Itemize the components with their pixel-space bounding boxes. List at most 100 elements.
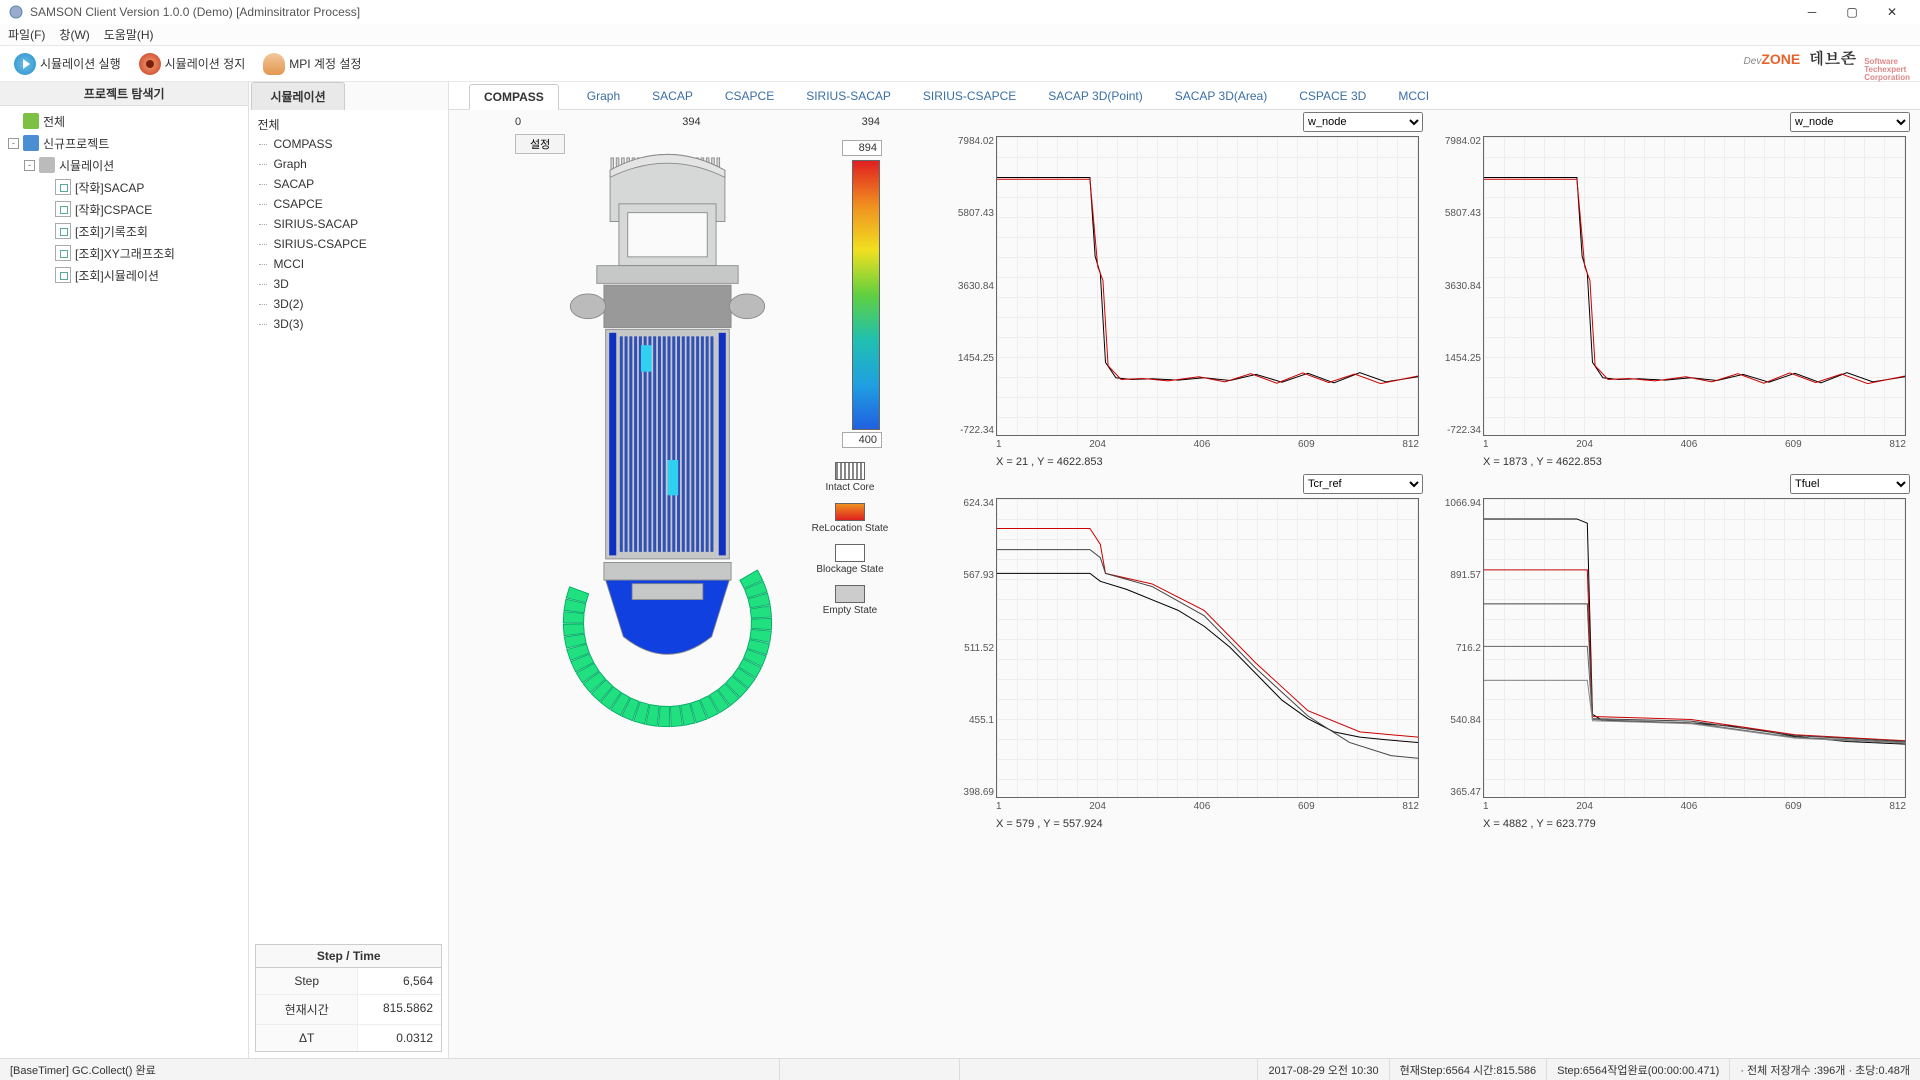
plot-variable-select[interactable]: Tcr_ref [1303, 474, 1423, 494]
plot-variable-select[interactable]: Tfuel [1790, 474, 1910, 494]
subtree-item[interactable]: SIRIUS-CSAPCE [249, 234, 448, 254]
stop-label: 시뮬레이션 정지 [165, 55, 246, 72]
plot-variable-select[interactable]: w_node [1303, 112, 1423, 132]
legend-item: Empty State [800, 585, 900, 616]
content-tab[interactable]: SACAP [648, 83, 697, 109]
tree-expand-icon[interactable]: - [24, 160, 35, 171]
toolbar: 시뮬레이션 실행 시뮬레이션 정지 MPI 계정 설정 DevZONE 데브존 … [0, 46, 1920, 82]
plot-variable-select[interactable]: w_node [1790, 112, 1910, 132]
doc-icon [55, 201, 71, 217]
legend-item: ReLocation State [800, 503, 900, 534]
reactor-legend: Intact CoreReLocation StateBlockage Stat… [800, 462, 900, 626]
step-time-header: Step / Time [256, 945, 441, 968]
plot-axes[interactable] [1483, 498, 1906, 798]
status-datetime: 2017-08-29 오전 10:30 [1258, 1059, 1389, 1080]
tree-expand-icon[interactable]: - [8, 138, 19, 149]
subtree-item[interactable]: SACAP [249, 174, 448, 194]
simulation-panel-tabs: 시뮬레이션 [249, 82, 448, 110]
project-explorer-header: 프로젝트 탐색기 [0, 82, 248, 106]
tree-item[interactable]: [조회]기록조회 [0, 220, 248, 242]
step-time-table: Step / Time Step6,564현재시간815.5862ΔT0.031… [255, 944, 442, 1052]
subtree-item[interactable]: 전체 [249, 114, 448, 134]
plot-caption: X = 21 , Y = 4622.853 [996, 456, 1103, 468]
subtree-item[interactable]: 3D [249, 274, 448, 294]
tab-simulation[interactable]: 시뮬레이션 [251, 82, 344, 110]
tree-item-label: [작화]CSPACE [75, 201, 152, 218]
subtree-item[interactable]: SIRIUS-SACAP [249, 214, 448, 234]
plots-grid: w_node-722.341454.253630.845807.437984.0… [449, 110, 1920, 1058]
stop-simulation-button[interactable]: 시뮬레이션 정지 [135, 51, 250, 77]
maximize-button[interactable]: ▢ [1832, 0, 1872, 24]
content-tab[interactable]: SACAP 3D(Point) [1044, 83, 1146, 109]
tree-item[interactable]: - 신규프로젝트 [0, 132, 248, 154]
step-label: Step [256, 968, 358, 994]
minimize-button[interactable]: ─ [1792, 0, 1832, 24]
subtree-item[interactable]: 3D(3) [249, 314, 448, 334]
menubar: 파일(F) 창(W) 도움말(H) [0, 24, 1920, 46]
colorbar-min: 400 [842, 432, 882, 448]
tree-item-label: 전체 [43, 113, 65, 130]
plot-top-right: w_node-722.341454.253630.845807.437984.0… [1429, 112, 1914, 472]
tree-item[interactable]: [작화]SACAP [0, 176, 248, 198]
menu-window[interactable]: 창(W) [59, 26, 89, 43]
tree-item[interactable]: 전체 [0, 110, 248, 132]
tree-item-label: [조회]시뮬레이션 [75, 267, 159, 284]
plot-axes[interactable] [996, 136, 1419, 436]
legend-swatch-icon [835, 544, 865, 562]
legend-label: ReLocation State [812, 523, 889, 534]
subtree-item[interactable]: Graph [249, 154, 448, 174]
titlebar: SAMSON Client Version 1.0.0 (Demo) [Admi… [0, 0, 1920, 24]
doc-icon [55, 245, 71, 261]
legend-swatch-icon [835, 585, 865, 603]
close-button[interactable]: ✕ [1872, 0, 1912, 24]
status-empty1 [780, 1059, 960, 1080]
tree-item[interactable]: [작화]CSPACE [0, 198, 248, 220]
tree-item[interactable]: [조회]XY그래프조회 [0, 242, 248, 264]
plot-axes[interactable] [996, 498, 1419, 798]
step-value: 815.5862 [358, 995, 441, 1024]
subtree-item[interactable]: COMPASS [249, 134, 448, 154]
content-tab[interactable]: MCCI [1394, 83, 1433, 109]
colorbar-max: 894 [842, 140, 882, 156]
subtree-item[interactable]: MCCI [249, 254, 448, 274]
window-title: SAMSON Client Version 1.0.0 (Demo) [Admi… [30, 5, 1792, 19]
plot-caption: X = 1873 , Y = 4622.853 [1483, 456, 1602, 468]
play-icon [14, 53, 36, 75]
plot-top-left: w_node-722.341454.253630.845807.437984.0… [942, 112, 1427, 472]
run-simulation-button[interactable]: 시뮬레이션 실행 [10, 51, 125, 77]
status-left: [BaseTimer] GC.Collect() 완료 [0, 1059, 780, 1080]
plot-caption: X = 4882 , Y = 623.779 [1483, 818, 1596, 830]
gray-icon [39, 157, 55, 173]
subtree-item[interactable]: CSAPCE [249, 194, 448, 214]
project-tree[interactable]: 전체-신규프로젝트-시뮬레이션[작화]SACAP[작화]CSPACE[조회]기록… [0, 106, 248, 1058]
content-tab[interactable]: SIRIUS-CSAPCE [919, 83, 1020, 109]
mpi-settings-button[interactable]: MPI 계정 설정 [259, 51, 365, 77]
content-tab[interactable]: CSPACE 3D [1295, 83, 1370, 109]
simulation-tree[interactable]: 전체COMPASSGraphSACAPCSAPCESIRIUS-SACAPSIR… [249, 110, 448, 938]
menu-help[interactable]: 도움말(H) [104, 26, 154, 43]
tree-item-label: [작화]SACAP [75, 179, 144, 196]
step-label: 현재시간 [256, 995, 358, 1024]
run-label: 시뮬레이션 실행 [40, 55, 121, 72]
content-tab[interactable]: SIRIUS-SACAP [802, 83, 895, 109]
legend-label: Intact Core [826, 482, 875, 493]
plot-bottom-left: Tcr_ref398.69455.1511.52567.93624.341204… [942, 474, 1427, 834]
reactor-view: 0394394 설정 894 400 Intact CoreReLocation… [455, 112, 940, 834]
tree-item[interactable]: [조회]시뮬레이션 [0, 264, 248, 286]
plot-caption: X = 579 , Y = 557.924 [996, 818, 1103, 830]
plot-axes[interactable] [1483, 136, 1906, 436]
tree-item-label: [조회]XY그래프조회 [75, 245, 175, 262]
content-tab[interactable]: COMPASS [469, 84, 559, 110]
status-totals: · 전체 저장개수 :396개 · 초당:0.48개 [1730, 1059, 1920, 1080]
tree-item[interactable]: -시뮬레이션 [0, 154, 248, 176]
subtree-item[interactable]: 3D(2) [249, 294, 448, 314]
content-tab[interactable]: Graph [583, 83, 624, 109]
content-tab[interactable]: CSAPCE [721, 83, 778, 109]
tree-item-label: 신규프로젝트 [43, 135, 109, 152]
legend-item: Intact Core [800, 462, 900, 493]
mpi-label: MPI 계정 설정 [289, 55, 361, 72]
menu-file[interactable]: 파일(F) [8, 26, 45, 43]
statusbar: [BaseTimer] GC.Collect() 완료 2017-08-29 오… [0, 1058, 1920, 1080]
content-tab[interactable]: SACAP 3D(Area) [1171, 83, 1271, 109]
legend-label: Empty State [823, 605, 877, 616]
